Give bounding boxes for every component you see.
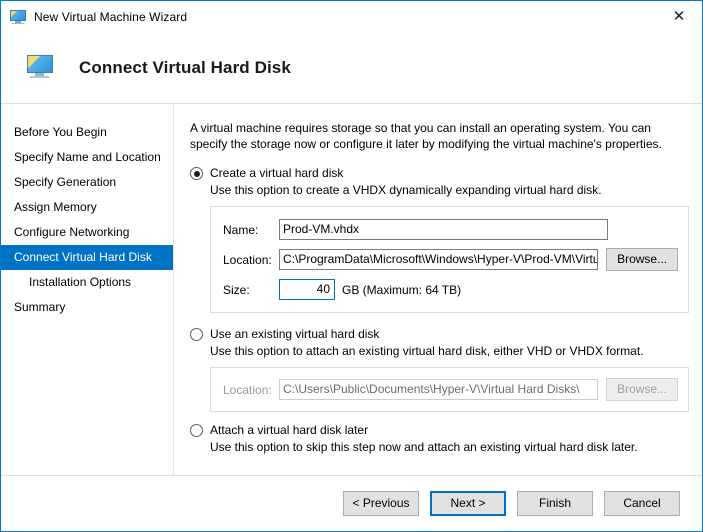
radio-option-use-existing-virtual-hard-disk[interactable]: Use an existing virtual hard disk <box>190 327 692 341</box>
page-header: Connect Virtual Hard Disk <box>1 32 702 104</box>
sidebar-item-assign-memory[interactable]: Assign Memory <box>1 195 173 220</box>
window-title: New Virtual Machine Wizard <box>34 9 188 24</box>
name-label: Name: <box>223 222 259 237</box>
radio-create-icon[interactable] <box>190 167 203 180</box>
radio-existing-label: Use an existing virtual hard disk <box>210 327 380 341</box>
create-disk-groupbox: Name: Prod-VM.vhdx Location: C:\ProgramD… <box>210 206 689 313</box>
sidebar-item-specify-generation[interactable]: Specify Generation <box>1 170 173 195</box>
new-virtual-machine-wizard-window: New Virtual Machine Wizard ✕ Connect Vir… <box>0 0 703 532</box>
size-units-label: GB (Maximum: 64 TB) <box>342 282 462 297</box>
page-title: Connect Virtual Hard Disk <box>79 57 291 77</box>
size-input[interactable]: 40 <box>279 279 335 300</box>
radio-attach-later-label: Attach a virtual hard disk later <box>210 423 369 437</box>
location-input[interactable]: C:\ProgramData\Microsoft\Windows\Hyper-V… <box>279 249 599 270</box>
finish-button[interactable]: Finish <box>517 491 593 516</box>
next-button[interactable]: Next > <box>430 491 506 516</box>
location-field-row: Location: C:\ProgramData\Microsoft\Windo… <box>223 248 678 271</box>
sidebar-item-configure-networking[interactable]: Configure Networking <box>1 220 173 245</box>
radio-create-label: Create a virtual hard disk <box>210 166 344 180</box>
name-field-row: Name: Prod-VM.vhdx <box>223 219 678 240</box>
radio-option-create-virtual-hard-disk[interactable]: Create a virtual hard disk <box>190 166 692 180</box>
close-icon: ✕ <box>672 6 686 25</box>
wizard-steps-sidebar: Before You Begin Specify Name and Locati… <box>1 104 174 475</box>
title-bar: New Virtual Machine Wizard ✕ <box>1 1 702 32</box>
create-option-description: Use this option to create a VHDX dynamic… <box>210 183 602 197</box>
size-label: Size: <box>223 282 250 297</box>
sidebar-item-connect-virtual-hard-disk[interactable]: Connect Virtual Hard Disk <box>1 245 173 270</box>
sidebar-item-specify-name-and-location[interactable]: Specify Name and Location <box>1 145 173 170</box>
existing-disk-groupbox: Location: C:\Users\Public\Documents\Hype… <box>210 367 689 412</box>
radio-existing-icon[interactable] <box>190 328 203 341</box>
cancel-button[interactable]: Cancel <box>604 491 680 516</box>
monitor-icon <box>25 52 57 84</box>
previous-button[interactable]: < Previous <box>343 491 419 516</box>
name-input[interactable]: Prod-VM.vhdx <box>279 219 608 240</box>
radio-option-attach-later[interactable]: Attach a virtual hard disk later <box>190 423 692 437</box>
radio-attach-later-icon[interactable] <box>190 424 203 437</box>
dialog-button-bar: < Previous Next > Finish Cancel <box>1 475 702 531</box>
body: Before You Begin Specify Name and Locati… <box>1 104 702 475</box>
existing-location-field-row: Location: C:\Users\Public\Documents\Hype… <box>223 378 678 401</box>
sidebar-item-summary[interactable]: Summary <box>1 295 173 320</box>
close-button[interactable]: ✕ <box>656 1 702 31</box>
existing-option-description: Use this option to attach an existing vi… <box>210 344 644 358</box>
sidebar-item-installation-options[interactable]: Installation Options <box>1 270 173 295</box>
location-label: Location: <box>223 252 272 267</box>
attach-later-option-description: Use this option to skip this step now an… <box>210 440 638 454</box>
browse-existing-location-button[interactable]: Browse... <box>606 378 678 401</box>
main-content: A virtual machine requires storage so th… <box>174 104 702 475</box>
sidebar-item-before-you-begin[interactable]: Before You Begin <box>1 120 173 145</box>
monitor-icon <box>10 9 26 25</box>
browse-location-button[interactable]: Browse... <box>606 248 678 271</box>
size-field-row: Size: 40 GB (Maximum: 64 TB) <box>223 279 678 300</box>
existing-location-input[interactable]: C:\Users\Public\Documents\Hyper-V\Virtua… <box>279 379 599 400</box>
intro-text: A virtual machine requires storage so th… <box>190 121 662 151</box>
existing-location-label: Location: <box>223 382 272 397</box>
